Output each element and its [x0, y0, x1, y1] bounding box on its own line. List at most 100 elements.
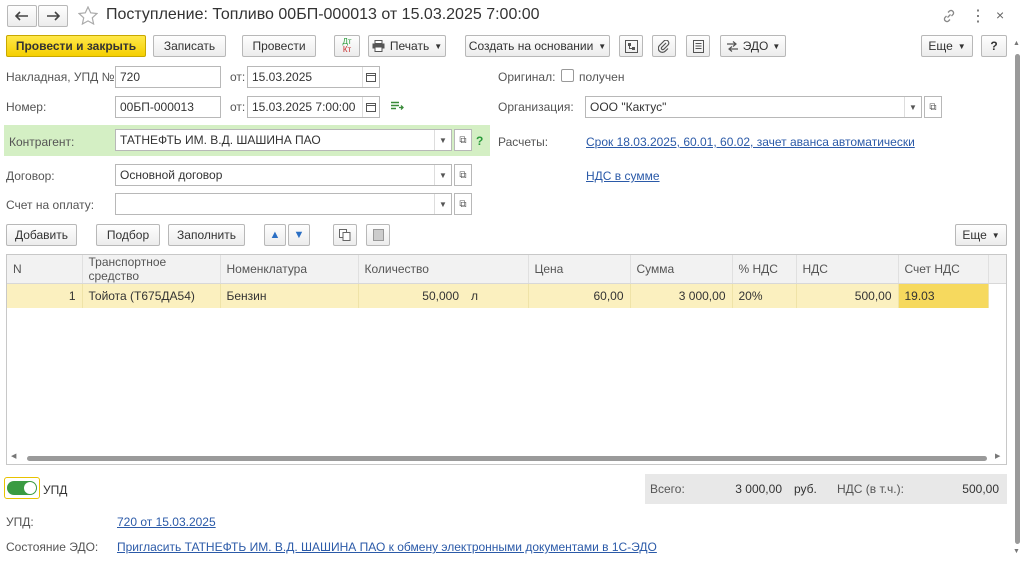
cell-vat-account[interactable]: 19.03	[898, 283, 989, 308]
forward-button[interactable]	[38, 5, 68, 27]
calc-link[interactable]: Срок 18.03.2025, 60.01, 60.02, зачет ава…	[586, 135, 915, 149]
add-row-button[interactable]: Добавить	[6, 224, 77, 246]
edo-button[interactable]: ЭДО ▼	[720, 35, 786, 57]
column-header[interactable]	[465, 255, 529, 284]
number-date-input[interactable]: 15.03.2025 7:00:00	[247, 96, 380, 118]
chevron-down-icon[interactable]: ▼	[434, 130, 451, 150]
invoice-number-input[interactable]: 720	[115, 66, 221, 88]
chevron-down-icon: ▼	[957, 41, 966, 51]
create-based-on-button[interactable]: Создать на основании ▼	[465, 35, 610, 57]
structure-icon	[624, 39, 638, 53]
star-icon[interactable]	[78, 6, 98, 25]
column-header[interactable]: Цена	[528, 255, 631, 284]
goods-table: N Транспортное средство Номенклатура Кол…	[6, 254, 1007, 465]
list-arrow-icon[interactable]	[390, 101, 404, 112]
close-icon[interactable]: ×	[996, 7, 1004, 23]
help-button[interactable]: ?	[981, 35, 1007, 57]
calendar-icon[interactable]	[362, 67, 379, 87]
scroll-down-icon[interactable]: ▼	[1013, 548, 1020, 555]
invoice-date-input[interactable]: 15.03.2025	[247, 66, 380, 88]
original-checkbox-label: получен	[579, 70, 625, 84]
table-row[interactable]: 1 Тойота (Т675ДА54) Бензин 50,000 л 60,0…	[7, 283, 1006, 308]
payment-input[interactable]: ▼	[115, 193, 452, 215]
contract-input[interactable]: Основной договор ▼	[115, 164, 452, 186]
post-button[interactable]: Провести	[242, 35, 316, 57]
chevron-down-icon[interactable]: ▼	[434, 165, 451, 185]
copy-button[interactable]	[333, 224, 357, 246]
print-button[interactable]: Печать ▼	[368, 35, 446, 57]
payment-open-button[interactable]: ⧉	[454, 193, 472, 215]
cell-unit[interactable]: л	[465, 283, 529, 308]
report-button[interactable]	[686, 35, 710, 57]
table-header-row: N Транспортное средство Номенклатура Кол…	[7, 255, 1006, 284]
column-header[interactable]: Транспортное средство	[82, 255, 221, 284]
calendar-icon[interactable]	[362, 97, 379, 117]
cell-n[interactable]: 1	[7, 283, 83, 308]
column-header[interactable]: НДС	[796, 255, 899, 284]
scroll-left-icon[interactable]: ◀	[11, 452, 16, 460]
move-up-button[interactable]: ▲	[264, 224, 286, 246]
dt-kt-button[interactable]: Дт Кт	[334, 35, 360, 57]
question-icon[interactable]: ?	[476, 134, 483, 148]
currency-label: руб.	[794, 482, 817, 496]
invoice-date-value: 15.03.2025	[252, 70, 313, 84]
column-header[interactable]: N	[7, 255, 83, 284]
cell-price[interactable]: 60,00	[528, 283, 631, 308]
contractor-open-button[interactable]: ⧉	[454, 129, 472, 151]
original-checkbox[interactable]	[561, 69, 574, 82]
open-form-icon: ⧉	[459, 169, 467, 181]
column-header[interactable]: % НДС	[732, 255, 797, 284]
cell-vat-rate[interactable]: 20%	[732, 283, 797, 308]
scroll-right-icon[interactable]: ▶	[995, 452, 1000, 460]
chevron-down-icon[interactable]: ▼	[434, 194, 451, 214]
open-form-icon: ⧉	[929, 101, 937, 113]
org-label: Организация:	[498, 100, 574, 114]
arrow-left-icon	[15, 11, 29, 21]
org-input[interactable]: ООО "Кактус" ▼	[585, 96, 922, 118]
cell-quantity[interactable]: 50,000	[358, 283, 465, 308]
upd-toggle[interactable]	[7, 481, 37, 495]
scrollbar-thumb[interactable]	[27, 456, 987, 461]
vat-total-value: 500,00	[962, 482, 999, 496]
more-label: Еще	[928, 39, 953, 53]
cell-nomenclature[interactable]: Бензин	[220, 283, 359, 308]
link-icon[interactable]	[941, 8, 957, 24]
delete-row-button[interactable]	[366, 224, 390, 246]
vertical-scrollbar[interactable]: ▲ ▼	[1012, 40, 1022, 560]
vat-link[interactable]: НДС в сумме	[586, 169, 660, 183]
list-document-icon	[692, 39, 704, 53]
number-date-value: 15.03.2025 7:00:00	[252, 100, 356, 114]
more-vert-icon[interactable]: ⋮	[970, 6, 986, 26]
invoice-label: Накладная, УПД №:	[6, 70, 118, 84]
upd-link[interactable]: 720 от 15.03.2025	[117, 515, 216, 529]
vertical-scrollbar-thumb[interactable]	[1015, 54, 1020, 544]
column-header[interactable]: Сумма	[630, 255, 733, 284]
cell-vehicle[interactable]: Тойота (Т675ДА54)	[82, 283, 221, 308]
chevron-down-icon[interactable]: ▼	[904, 97, 921, 117]
back-button[interactable]	[7, 5, 37, 27]
structure-button[interactable]	[619, 35, 643, 57]
select-button[interactable]: Подбор	[96, 224, 160, 246]
table-more-button[interactable]: Еще ▼	[955, 224, 1007, 246]
move-down-button[interactable]: ▼	[288, 224, 310, 246]
contract-value: Основной договор	[120, 168, 223, 182]
fill-button[interactable]: Заполнить	[168, 224, 245, 246]
attach-button[interactable]	[652, 35, 676, 57]
contract-open-button[interactable]: ⧉	[454, 164, 472, 186]
org-open-button[interactable]: ⧉	[924, 96, 942, 118]
scroll-up-icon[interactable]: ▲	[1013, 40, 1020, 47]
more-button[interactable]: Еще ▼	[921, 35, 973, 57]
number-input[interactable]: 00БП-000013	[115, 96, 221, 118]
cell-sum[interactable]: 3 000,00	[630, 283, 733, 308]
post-and-close-button[interactable]: Провести и закрыть	[6, 35, 146, 57]
column-header[interactable]: Количество	[358, 255, 465, 284]
horizontal-scrollbar[interactable]: ◀ ▶	[7, 452, 1006, 464]
cell-vat[interactable]: 500,00	[796, 283, 899, 308]
column-header[interactable]: Счет НДС	[898, 255, 989, 284]
contractor-input[interactable]: ТАТНЕФТЬ ИМ. В.Д. ШАШИНА ПАО ▼	[115, 129, 452, 151]
save-button[interactable]: Записать	[153, 35, 226, 57]
table-more-label: Еще	[962, 228, 987, 242]
edo-state-link[interactable]: Пригласить ТАТНЕФТЬ ИМ. В.Д. ШАШИНА ПАО …	[117, 540, 657, 554]
chevron-down-icon: ▼	[598, 41, 607, 51]
column-header[interactable]: Номенклатура	[220, 255, 359, 284]
